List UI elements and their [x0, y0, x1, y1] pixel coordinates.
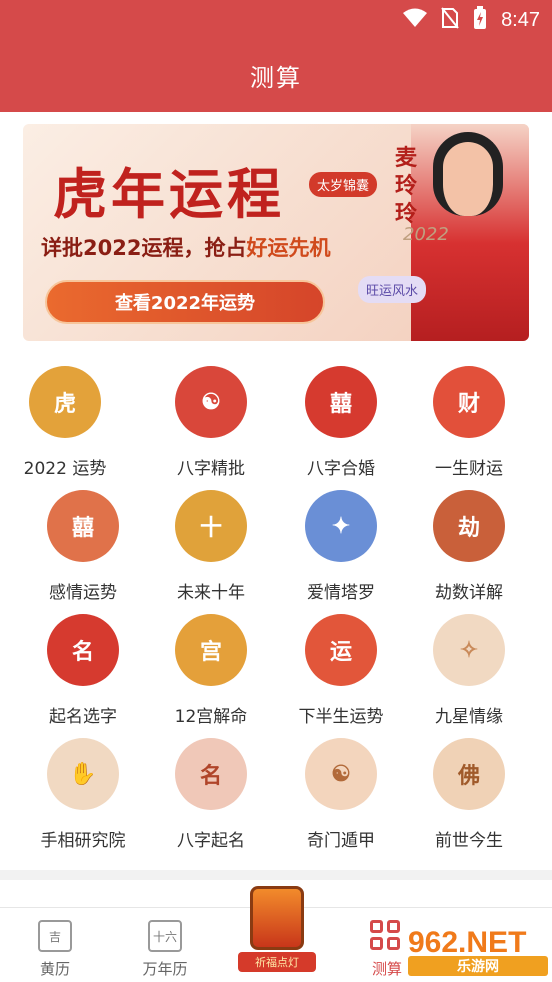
grid-item-bazi-jingpi[interactable]: ☯ 八字精批 — [146, 362, 276, 486]
view-fortune-button[interactable]: 查看2022年运势 — [45, 280, 325, 324]
grid-item-label: 一生财运 — [435, 459, 503, 479]
palm-icon: ✋ — [47, 738, 119, 810]
grid-item-label: 爱情塔罗 — [307, 583, 375, 603]
tab-label: 万年历 — [142, 960, 188, 978]
grid-item-nine-star[interactable]: ✧ 九星情缘 — [404, 610, 534, 734]
status-bar: 8:47 — [0, 0, 552, 40]
yin-yang-icon: ☯ — [175, 366, 247, 438]
lantern-icon — [250, 886, 304, 950]
grid-item-label: 八字精批 — [177, 459, 245, 479]
grid-item-love-tarot[interactable]: ✦ 爱情塔罗 — [276, 486, 406, 610]
tab-label: 祈福点灯 — [238, 952, 316, 972]
grid-row: 虎 2022 运势 ☯ 八字精批 囍八字合婚 财一生财运 — [0, 362, 552, 486]
clock: 8:47 — [501, 8, 540, 31]
grid-item-label: 2022 运势 — [23, 459, 107, 479]
app-header: 8:47 测算 — [0, 0, 552, 112]
site-watermark: 962.NET 乐游网 — [408, 926, 548, 976]
promo-banner[interactable]: 虎年运程 太岁锦囊 麦玲玲 2022 详批2022运程，抢占好运先机 查看202… — [23, 124, 529, 341]
grid-item-love-fortune[interactable]: 囍感情运势 — [18, 486, 148, 610]
buddha-icon: 佛 — [433, 738, 505, 810]
fortune-scroll-icon: 运 — [305, 614, 377, 686]
grid-item-qimen[interactable]: ☯ 奇门遁甲 — [276, 734, 406, 858]
tiger-year-fortune-icon: 虎 — [29, 366, 101, 438]
grid-item-label: 奇门遁甲 — [307, 831, 375, 851]
grid-icon — [370, 920, 402, 952]
grid-item-label: 起名选字 — [49, 707, 117, 727]
grid-item-label: 手相研究院 — [40, 831, 126, 851]
calendar-icon: 吉 — [38, 920, 72, 952]
tab-huangli[interactable]: 吉 黄历 — [10, 908, 100, 982]
banner-subtitle-a: 详批2022运程，抢占 — [41, 236, 247, 260]
banner-subtitle-b: 好运先机 — [246, 236, 331, 260]
no-sim-icon — [441, 7, 459, 33]
book-icon: 劫 — [433, 490, 505, 562]
grid-item-past-life[interactable]: 佛前世今生 — [404, 734, 534, 858]
grid-item-bazi-naming[interactable]: 名八字起名 — [146, 734, 276, 858]
grid-item-12-palaces[interactable]: 宫 12宫解命 — [146, 610, 276, 734]
watermark-brand: 962.NET — [408, 926, 527, 959]
banner-badge: 旺运风水 — [358, 276, 427, 303]
tab-label: 黄历 — [39, 960, 70, 978]
double-happiness-icon: 囍 — [305, 366, 377, 438]
banner-year: 2022 — [403, 224, 449, 245]
bagua-icon: ☯ — [305, 738, 377, 810]
banner-subtitle: 详批2022运程，抢占好运先机 — [41, 232, 330, 262]
tab-prayer-lantern[interactable]: 祈福点灯 — [238, 878, 316, 976]
grid-item-label: 劫数详解 — [435, 583, 503, 603]
grid-row: 囍感情运势 十未来十年 ✦ 爱情塔罗 劫劫数详解 — [0, 486, 552, 610]
battery-charging-icon — [473, 6, 487, 34]
tab-wannianli[interactable]: 十六 万年历 — [120, 908, 210, 982]
banner-title: 虎年运程 — [53, 162, 285, 226]
treasure-icon: 十 — [175, 490, 247, 562]
grid-item-2022-fortune[interactable]: 虎 2022 运势 — [0, 362, 130, 486]
grid-item-label: 未来十年 — [177, 583, 245, 603]
grid-item-label: 12宫解命 — [174, 707, 248, 727]
grid-item-label: 感情运势 — [49, 583, 117, 603]
grid-item-later-life[interactable]: 运下半生运势 — [276, 610, 406, 734]
calendar-icon: 十六 — [148, 920, 182, 952]
grid-item-next-decade[interactable]: 十未来十年 — [146, 486, 276, 610]
grid-item-label: 八字起名 — [177, 831, 245, 851]
grid-item-label: 下半生运势 — [298, 707, 384, 727]
grid-row: ✋ 手相研究院 名八字起名 ☯ 奇门遁甲 佛前世今生 — [0, 734, 552, 858]
grid-item-bazi-hehun[interactable]: 囍八字合婚 — [276, 362, 406, 486]
grid-item-label: 前世今生 — [435, 831, 503, 851]
watermark-sub: 乐游网 — [408, 956, 548, 976]
love-letter-icon: 囍 — [47, 490, 119, 562]
nine-star-icon: ✧ — [433, 614, 505, 686]
page-title: 测算 — [250, 64, 302, 92]
grid-item-calamity[interactable]: 劫劫数详解 — [404, 486, 534, 610]
grid-item-palmistry[interactable]: ✋ 手相研究院 — [18, 734, 148, 858]
tarot-icon: ✦ — [305, 490, 377, 562]
grid-item-wealth[interactable]: 财一生财运 — [404, 362, 534, 486]
naming-icon: 名 — [47, 614, 119, 686]
banner-tag: 太岁锦囊 — [309, 172, 378, 197]
grid-item-naming[interactable]: 名起名选字 — [18, 610, 148, 734]
grid-row: 名起名选字 宫 12宫解命 运下半生运势 ✧ 九星情缘 — [0, 610, 552, 734]
wifi-icon — [403, 8, 428, 32]
naming-paper-icon: 名 — [175, 738, 247, 810]
grid-item-label: 八字合婚 — [307, 459, 375, 479]
grid-item-label: 九星情缘 — [435, 707, 503, 727]
money-bag-icon: 财 — [433, 366, 505, 438]
banner-host-name: 麦玲玲 — [395, 145, 418, 227]
zodiac-palace-icon: 宫 — [175, 614, 247, 686]
host-face — [433, 132, 503, 216]
